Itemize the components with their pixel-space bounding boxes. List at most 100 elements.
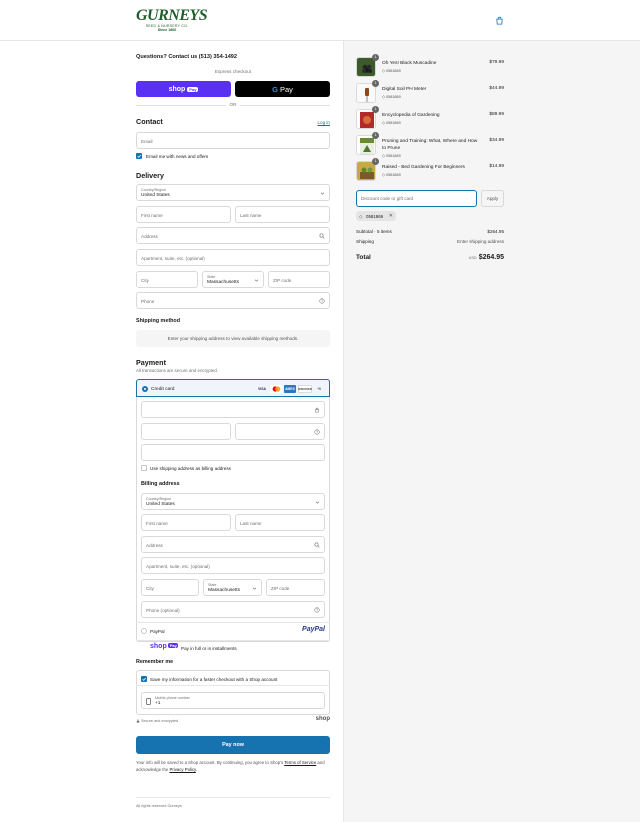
paypal-radio[interactable] xyxy=(141,628,147,634)
header: GURNEYS SEED & NURSERY CO. Since 1866 xyxy=(0,0,640,41)
product-tag: ◇ 0581869 xyxy=(382,95,401,99)
mobile-phone-label: Mobile phone number xyxy=(155,695,190,700)
google-pay-label: Pay xyxy=(279,84,293,94)
shoppay-option-logo[interactable]: shop Pay xyxy=(150,643,179,650)
product-tag: ◇ 0581869 xyxy=(382,173,401,177)
subtotal-row: Subtotal · 5 items $264.95 xyxy=(356,229,504,234)
save-info-label: Save my information for a faster checkou… xyxy=(150,676,278,682)
first-name-placeholder: First name xyxy=(141,212,163,218)
order-summary-panel xyxy=(343,41,640,822)
pay-now-button[interactable]: Pay now xyxy=(136,736,330,754)
save-info-checkbox[interactable] xyxy=(141,676,147,682)
order-item: 1 Pruning and Training: What, Where and … xyxy=(356,132,504,158)
shopping-bag-icon[interactable] xyxy=(495,16,504,25)
paypal-logo: PayPal xyxy=(302,626,325,633)
product-tag-code: 0581869 xyxy=(385,95,401,99)
billing-zip-input[interactable]: ZIP code xyxy=(266,579,325,596)
divider-line xyxy=(136,622,330,623)
remove-discount-icon[interactable]: ✕ xyxy=(389,213,393,219)
expiration-input[interactable] xyxy=(141,423,231,440)
privacy-policy-link[interactable]: Privacy Policy xyxy=(169,767,195,772)
credit-card-option[interactable]: Credit card VISA AMEX DISCOVER +5 xyxy=(136,379,330,397)
billing-last-name-input[interactable]: Last name xyxy=(235,514,325,531)
last-name-input[interactable]: Last name xyxy=(235,206,330,223)
search-icon xyxy=(314,542,320,548)
check-icon xyxy=(137,154,141,158)
billing-apartment-placeholder: Apartment, suite, etc. (optional) xyxy=(146,563,210,569)
gurneys-logo[interactable]: GURNEYS SEED & NURSERY CO. Since 1866 xyxy=(136,8,208,33)
security-code-input[interactable] xyxy=(235,423,325,440)
quantity-badge: 1 xyxy=(372,80,379,87)
name-on-card-input[interactable] xyxy=(141,444,325,461)
order-item: 1 Raised - Bed Gardening For Beginners ◇… xyxy=(356,158,504,183)
search-icon xyxy=(319,233,325,239)
state-value: Massachusetts xyxy=(207,279,239,285)
quantity-badge: 1 xyxy=(372,106,379,113)
paypal-label: PayPal xyxy=(150,629,165,634)
mobile-phone-icon xyxy=(146,698,151,705)
express-checkout-label: Express checkout xyxy=(214,69,252,74)
billing-address-placeholder: Address xyxy=(146,542,163,548)
billing-heading: Billing address xyxy=(141,481,180,487)
shipping-method-heading: Shipping method xyxy=(136,318,181,324)
phone-input[interactable]: Phone xyxy=(136,292,330,309)
total-label: Total xyxy=(356,254,371,261)
billing-country-select[interactable]: Country/Region United States xyxy=(141,493,325,510)
apartment-input[interactable]: Apartment, suite, etc. (optional) xyxy=(136,249,330,266)
subtotal-value: $264.95 xyxy=(487,229,504,234)
help-circle-icon[interactable] xyxy=(314,429,320,435)
chevron-down-icon xyxy=(320,192,325,195)
currency-label: USD xyxy=(468,255,477,260)
lock-icon xyxy=(136,719,140,723)
mastercard-icon xyxy=(270,385,282,393)
quantity-badge: 1 xyxy=(372,158,379,165)
billing-state-select[interactable]: State Massachusetts xyxy=(203,579,262,596)
product-tag: ◇ 0581869 xyxy=(382,69,401,73)
shop-pay-button[interactable]: shop Pay xyxy=(136,81,231,97)
use-shipping-checkbox[interactable] xyxy=(141,465,147,471)
news-label: Email me with news and offers xyxy=(146,153,209,159)
news-checkbox[interactable] xyxy=(136,153,142,159)
apply-button[interactable]: Apply xyxy=(481,190,504,207)
email-placeholder: Email xyxy=(141,138,153,144)
country-value: United States xyxy=(141,192,170,198)
terms-of-service-link[interactable]: Terms of Service xyxy=(284,760,316,765)
phone-placeholder: Phone xyxy=(141,298,155,304)
shop-pay-brand: shop xyxy=(168,85,186,93)
help-circle-icon[interactable] xyxy=(314,607,320,613)
billing-apartment-input[interactable]: Apartment, suite, etc. (optional) xyxy=(141,557,325,574)
product-tag-code: 0581869 xyxy=(385,173,401,177)
product-tag-code: 0581869 xyxy=(385,121,401,125)
billing-address-input[interactable]: Address xyxy=(141,536,325,553)
chevron-down-icon xyxy=(315,501,320,504)
product-tag: ◇ 0581869 xyxy=(382,121,401,125)
visa-icon: VISA xyxy=(258,387,266,391)
billing-city-input[interactable]: City xyxy=(141,579,199,596)
zip-placeholder: ZIP code xyxy=(273,277,292,283)
login-link[interactable]: Log in xyxy=(317,120,330,125)
grapes-image xyxy=(357,58,375,76)
discount-code-input[interactable]: Discount code or gift card xyxy=(356,190,477,207)
billing-country-label: Country/Region xyxy=(146,496,171,501)
footer-divider xyxy=(136,797,330,798)
shop-logo: shop xyxy=(315,716,330,722)
contact-phone: Questions? Contact us (513) 354-1492 xyxy=(136,54,238,60)
zip-input[interactable]: ZIP code xyxy=(268,271,330,288)
first-name-input[interactable]: First name xyxy=(136,206,231,223)
help-circle-icon[interactable] xyxy=(319,298,325,304)
country-select[interactable]: Country/Region United States xyxy=(136,184,330,201)
state-select[interactable]: State Massachusetts xyxy=(202,271,264,288)
billing-first-name-input[interactable]: First name xyxy=(141,514,231,531)
product-price: $89.99 xyxy=(489,112,504,117)
email-input[interactable]: Email xyxy=(136,132,330,149)
billing-phone-input[interactable]: Phone (optional) xyxy=(141,601,325,618)
city-input[interactable]: City xyxy=(136,271,198,288)
divider-line xyxy=(136,640,330,641)
use-shipping-label: Use shipping address as billing address xyxy=(150,466,231,471)
mobile-phone-input[interactable]: Mobile phone number +1 xyxy=(141,692,325,709)
credit-card-radio[interactable] xyxy=(142,386,148,392)
tag-icon: ◇ xyxy=(359,213,363,219)
address-input[interactable]: Address xyxy=(136,227,330,244)
google-pay-button[interactable]: G Pay xyxy=(235,81,330,97)
card-number-input[interactable] xyxy=(141,401,325,418)
